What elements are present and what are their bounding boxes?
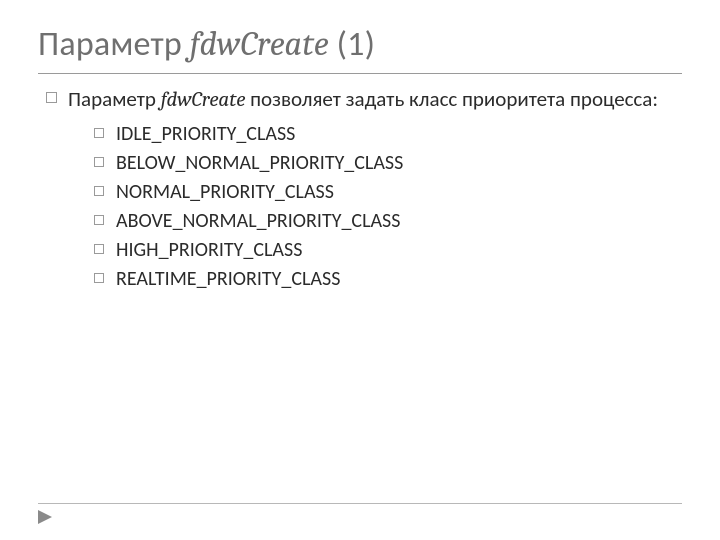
footer-arrow-icon — [38, 510, 56, 524]
list-item: IDLE_PRIORITY_CLASS — [94, 120, 682, 149]
list-item: ABOVE_NORMAL_PRIORITY_CLASS — [94, 207, 682, 236]
item-label: BELOW_NORMAL_PRIORITY_CLASS — [116, 151, 403, 175]
list-item: HIGH_PRIORITY_CLASS — [94, 236, 682, 265]
bullet-list-level1: Параметр fdwCreate позволяет задать клас… — [38, 86, 682, 294]
intro-italic: fdwCreate — [161, 88, 246, 112]
item-label: REALTIME_PRIORITY_CLASS — [116, 267, 340, 291]
intro-prefix: Параметр — [68, 86, 161, 112]
list-item: NORMAL_PRIORITY_CLASS — [94, 178, 682, 207]
bullet-list-level2: IDLE_PRIORITY_CLASS BELOW_NORMAL_PRIORIT… — [94, 120, 682, 294]
footer-divider — [38, 503, 682, 504]
intro-suffix: позволяет задать класс приоритета процес… — [245, 86, 658, 112]
title-italic: fdwCreate — [190, 24, 329, 64]
intro-text: Параметр fdwCreate позволяет задать клас… — [68, 86, 658, 112]
item-label: IDLE_PRIORITY_CLASS — [116, 122, 295, 146]
title-prefix: Параметр — [38, 24, 190, 65]
slide: Параметр fdwCreate (1) Параметр fdwCreat… — [0, 0, 720, 540]
item-label: ABOVE_NORMAL_PRIORITY_CLASS — [116, 209, 400, 233]
list-item: REALTIME_PRIORITY_CLASS — [94, 265, 682, 294]
intro-bullet: Параметр fdwCreate позволяет задать клас… — [44, 86, 682, 294]
item-label: HIGH_PRIORITY_CLASS — [116, 238, 302, 262]
title-suffix: (1) — [329, 24, 375, 65]
slide-title: Параметр fdwCreate (1) — [38, 24, 682, 74]
item-label: NORMAL_PRIORITY_CLASS — [116, 180, 334, 204]
list-item: BELOW_NORMAL_PRIORITY_CLASS — [94, 149, 682, 178]
